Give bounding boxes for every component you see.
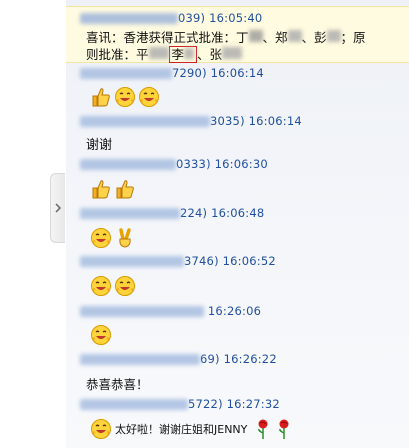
message-text: 喜讯：香港获得正式批准：丁 、郑 、彭 ；原 则批准：平 李、张 bbox=[86, 29, 396, 63]
message-header: 7290) 16:06:14 bbox=[80, 66, 264, 80]
chat-message: 039) 16:05:40 喜讯：香港获得正式批准：丁 、郑 、彭 ；原 则批准：平 李… bbox=[66, 6, 409, 63]
sender-id-suffix: 039) bbox=[178, 11, 206, 25]
announcement-text: 喜讯：香港获得正式批准：丁 bbox=[86, 30, 249, 45]
timestamp: 16:26:06 bbox=[207, 304, 262, 318]
announcement-text: 、郑 bbox=[262, 30, 288, 45]
laughing-face-icon bbox=[115, 276, 135, 296]
message-header: 3035) 16:06:14 bbox=[80, 114, 302, 128]
timestamp: 16:27:32 bbox=[226, 397, 280, 411]
message-header: 0333) 16:06:30 bbox=[80, 157, 268, 171]
timestamp: 16:06:30 bbox=[214, 157, 268, 171]
rose-icon bbox=[258, 419, 268, 439]
message-header: 5722) 16:27:32 bbox=[80, 397, 280, 411]
timestamp: 16:06:52 bbox=[222, 254, 276, 268]
sidebar-collapse-handle[interactable] bbox=[50, 173, 65, 243]
message-body: 太好啦！谢谢庄姐和JENNY bbox=[90, 418, 293, 440]
sender-name-redacted bbox=[80, 208, 180, 219]
highlighted-name: 李 bbox=[168, 46, 198, 63]
message-text: 恭喜恭喜！ bbox=[86, 377, 149, 392]
announcement-text: 、彭 bbox=[301, 30, 327, 45]
redacted-name bbox=[326, 30, 341, 42]
sender-id-suffix: 224) bbox=[180, 206, 208, 220]
emoji-row bbox=[90, 275, 136, 297]
sender-id-suffix: 7290) bbox=[172, 66, 207, 80]
rose-icon bbox=[279, 419, 289, 439]
redacted-name bbox=[287, 30, 302, 42]
emoji-row bbox=[90, 178, 136, 200]
redacted-name bbox=[184, 48, 195, 59]
sender-id-suffix: 3746) bbox=[184, 254, 219, 268]
message-header: 16:26:06 bbox=[80, 304, 261, 318]
chat-history[interactable]: 039) 16:05:40 喜讯：香港获得正式批准：丁 、郑 、彭 ；原 则批准：平 李… bbox=[66, 0, 409, 448]
redacted-name bbox=[222, 47, 243, 59]
message-header: 039) 16:05:40 bbox=[80, 11, 262, 25]
message-text: 谢谢 bbox=[86, 138, 113, 153]
sender-name-redacted bbox=[80, 68, 172, 79]
message-text: 太好啦！谢谢庄姐和JENNY bbox=[115, 423, 248, 436]
sender-id-suffix: 3035) bbox=[210, 114, 245, 128]
sender-name-redacted bbox=[80, 159, 176, 170]
laughing-face-icon bbox=[91, 325, 111, 345]
sender-id-suffix: 0333) bbox=[176, 157, 211, 171]
thumbs-up-icon bbox=[116, 180, 134, 199]
message-header: 69) 16:26:22 bbox=[80, 352, 277, 366]
emoji-row bbox=[90, 227, 136, 249]
message-header: 224) 16:06:48 bbox=[80, 206, 264, 220]
laughing-face-icon bbox=[115, 87, 135, 107]
sender-name-redacted bbox=[80, 306, 204, 317]
sender-name-redacted bbox=[80, 256, 184, 267]
emoji-row bbox=[90, 86, 160, 108]
announcement-text: 则批准：平 bbox=[86, 47, 149, 62]
redacted-name bbox=[148, 47, 169, 59]
emoji-row bbox=[90, 324, 112, 346]
sender-name-redacted bbox=[80, 13, 178, 24]
sender-name-redacted bbox=[80, 399, 188, 410]
sender-name-redacted bbox=[80, 116, 210, 127]
timestamp: 16:06:14 bbox=[248, 114, 302, 128]
thumbs-up-icon bbox=[92, 88, 110, 107]
chevron-right-icon bbox=[54, 203, 61, 213]
timestamp: 16:06:48 bbox=[211, 206, 265, 220]
sender-id-suffix: 69) bbox=[200, 352, 220, 366]
announcement-text: 、张 bbox=[197, 47, 223, 62]
highlighted-name-text: 李 bbox=[171, 47, 185, 62]
thumbs-up-icon bbox=[92, 180, 110, 199]
timestamp: 16:26:22 bbox=[223, 352, 277, 366]
laughing-face-icon bbox=[91, 276, 111, 296]
laughing-face-icon bbox=[91, 419, 111, 439]
timestamp: 16:05:40 bbox=[209, 11, 263, 25]
announcement-text: ；原 bbox=[340, 30, 366, 45]
laughing-face-icon bbox=[139, 87, 159, 107]
victory-hand-icon bbox=[119, 228, 131, 248]
redacted-name bbox=[248, 30, 263, 42]
sender-id-suffix: 5722) bbox=[188, 397, 223, 411]
sender-name-redacted bbox=[80, 354, 200, 365]
message-header: 3746) 16:06:52 bbox=[80, 254, 276, 268]
timestamp: 16:06:14 bbox=[210, 66, 264, 80]
laughing-face-icon bbox=[91, 228, 111, 248]
